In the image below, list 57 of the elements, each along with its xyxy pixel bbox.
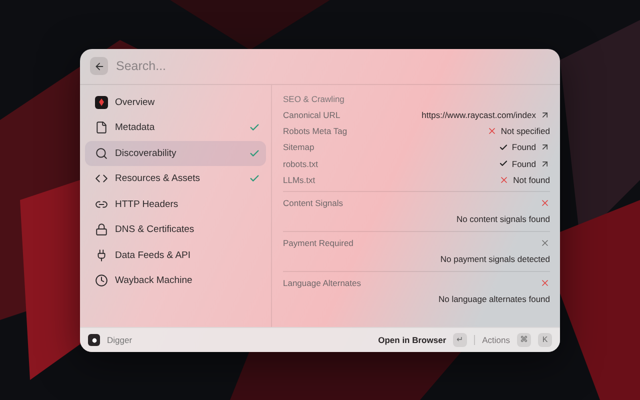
sidebar-item[interactable]: Data Feeds & API — [85, 242, 266, 268]
section-title: Payment Required — [283, 238, 354, 248]
row-label: robots.txt — [283, 158, 318, 169]
external-link-icon[interactable] — [540, 142, 550, 152]
section-title: Content Signals — [283, 198, 344, 208]
row-value: Not specified — [500, 126, 550, 136]
sidebar-item[interactable]: Resources & Assets — [85, 166, 266, 192]
row-value: Found — [512, 158, 536, 169]
sidebar-label: Discoverability — [115, 148, 178, 159]
section-message: No payment signals detected — [440, 254, 550, 264]
back-arrow-icon — [94, 60, 104, 72]
external-link-icon[interactable] — [540, 158, 550, 169]
sidebar-item[interactable]: Metadata — [85, 115, 266, 140]
external-link-icon[interactable] — [540, 110, 550, 120]
section-message: No language alternates found — [438, 294, 550, 304]
plug-icon — [95, 248, 108, 262]
actions-button[interactable]: Actions — [482, 334, 510, 344]
back-button[interactable] — [90, 57, 108, 75]
row-value: https://www.raycast.com/index — [422, 110, 536, 120]
sidebar-item[interactable]: Discoverability — [85, 140, 266, 166]
row-label: Robots Meta Tag — [283, 126, 348, 136]
search-icon — [95, 146, 108, 160]
key-hint: ⌘ — [517, 332, 531, 346]
row-label: LLMs.txt — [283, 174, 316, 185]
row-label: Sitemap — [283, 142, 314, 152]
lock-icon — [95, 223, 108, 236]
app-icon — [95, 96, 108, 109]
sidebar-label: Overview — [115, 96, 156, 108]
sidebar-label: Data Feeds & API — [115, 250, 192, 261]
row-label: Canonical URL — [283, 110, 340, 120]
section-heading: SEO & Crawling — [283, 92, 346, 106]
sidebar-item[interactable]: Overview — [85, 90, 266, 115]
sidebar-label: Resources & Assets — [115, 173, 202, 184]
sidebar-item[interactable]: Wayback Machine — [85, 268, 266, 294]
app-icon — [88, 334, 100, 346]
sidebar-item[interactable]: DNS & Certificates — [85, 217, 266, 242]
cross-icon — [499, 174, 510, 185]
sidebar-label: Metadata — [115, 122, 156, 134]
search-field[interactable]: Search... — [114, 58, 550, 74]
open-in-browser-button[interactable]: Open in Browser — [378, 334, 446, 344]
sidebar-label: Wayback Machine — [115, 275, 194, 286]
row-value: Found — [512, 142, 536, 152]
section-title: Language Alternates — [283, 278, 361, 288]
cross-icon — [540, 278, 550, 288]
cross-icon — [486, 126, 497, 136]
document-icon — [95, 121, 108, 134]
sidebar-label: DNS & Certificates — [115, 224, 196, 236]
cross-icon — [540, 238, 550, 248]
app-name: Digger — [107, 334, 134, 344]
sidebar-item[interactable]: HTTP Headers — [85, 192, 266, 217]
clock-icon — [95, 274, 108, 288]
key-hint: ↵ — [453, 332, 468, 346]
section-message: No content signals found — [456, 214, 550, 224]
cross-icon — [540, 198, 550, 208]
key-hint: K — [538, 332, 552, 346]
sidebar-label: HTTP Headers — [115, 198, 180, 210]
row-value: Not found — [513, 174, 550, 185]
